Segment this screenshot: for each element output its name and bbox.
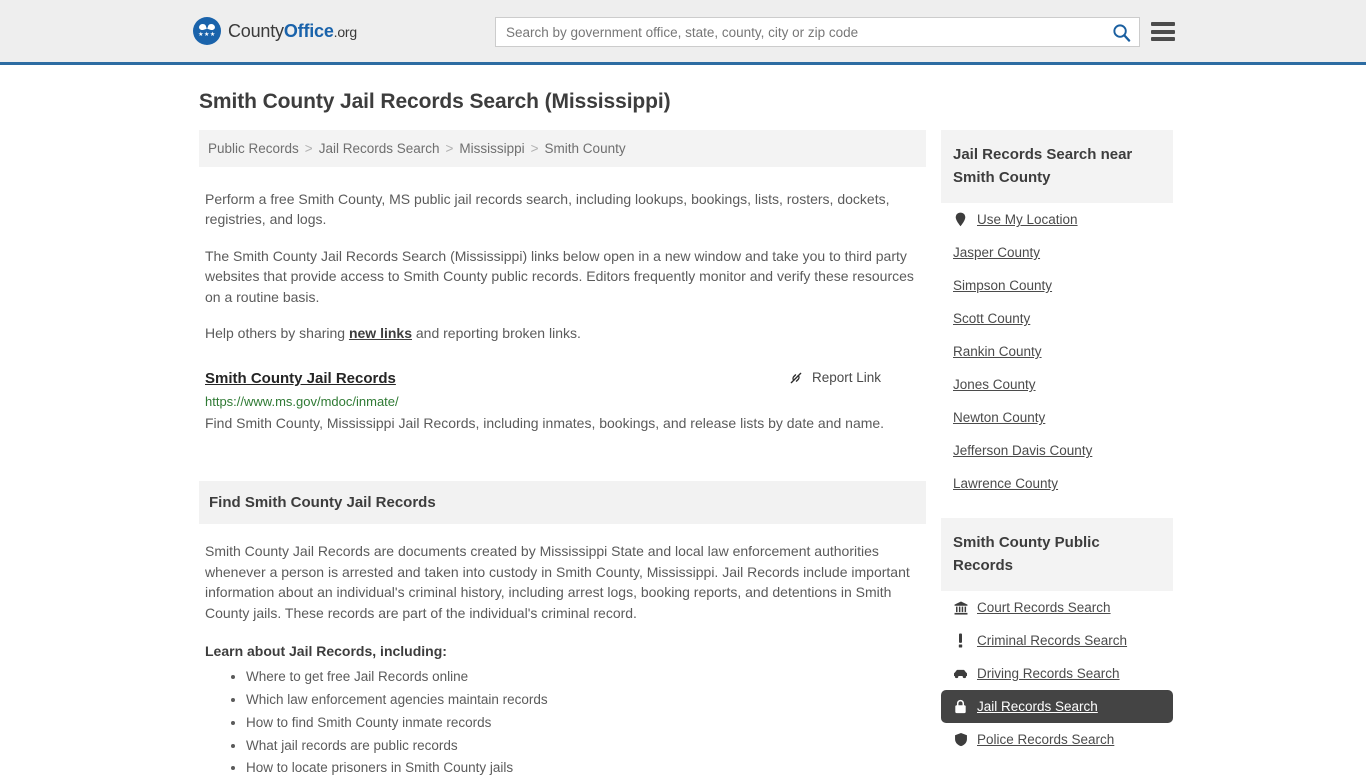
sidebar-item-label: Police Records Search	[977, 732, 1115, 747]
result-header-row: Smith County Jail Records Report Link	[205, 370, 926, 387]
sidebar-item-scott-county[interactable]: Scott County	[941, 302, 1173, 335]
sidebar-item-jefferson-davis-county[interactable]: Jefferson Davis County	[941, 434, 1173, 467]
result-title-link[interactable]: Smith County Jail Records	[205, 370, 396, 387]
exclamation-icon	[953, 633, 968, 648]
search-button[interactable]	[1103, 18, 1139, 46]
lock-icon	[953, 699, 968, 714]
sidebar-item-label: Scott County	[953, 311, 1031, 326]
map-pin-icon	[953, 212, 968, 227]
list-item: What jail records are public records	[246, 738, 926, 754]
logo-text-part2: Office	[283, 20, 334, 41]
intro-paragraph-3: Help others by sharing new links and rep…	[205, 323, 926, 343]
hamburger-menu-icon[interactable]	[1151, 22, 1175, 41]
sidebar: Jail Records Search near Smith County Us…	[941, 130, 1173, 784]
sidebar-item-jasper-county[interactable]: Jasper County	[941, 236, 1173, 269]
learn-about-title: Learn about Jail Records, including:	[205, 643, 447, 660]
new-links-link[interactable]: new links	[349, 325, 412, 341]
logo-text-part1: County	[228, 20, 284, 41]
sidebar-item-lawrence-county[interactable]: Lawrence County	[941, 467, 1173, 500]
section-heading: Find Smith County Jail Records	[199, 481, 926, 525]
result-item: Smith County Jail Records Report Link ht…	[205, 370, 926, 435]
sidebar-item-jail-records-search[interactable]: Jail Records Search	[941, 690, 1173, 723]
sidebar-item-label: Jail Records Search	[977, 699, 1098, 714]
main-column: Public Records > Jail Records Search > M…	[199, 130, 926, 784]
result-description: Find Smith County, Mississippi Jail Reco…	[205, 414, 885, 431]
sidebar-item-use-my-location[interactable]: Use My Location	[941, 203, 1173, 236]
result-url: https://www.ms.gov/mdoc/inmate/	[205, 393, 399, 409]
intro-paragraph-2: The Smith County Jail Records Search (Mi…	[205, 247, 914, 305]
sidebar-item-label: Lawrence County	[953, 476, 1059, 491]
search-icon	[1112, 23, 1130, 42]
sidebar-item-label: Court Records Search	[977, 600, 1111, 615]
sidebar-item-label: Use My Location	[977, 212, 1078, 227]
sidebar-item-label: Driving Records Search	[977, 666, 1120, 681]
breadcrumb-item-mississippi[interactable]: Mississippi	[459, 141, 524, 156]
page-title: Smith County Jail Records Search (Missis…	[199, 90, 671, 113]
logo-text-part3: .org	[333, 23, 358, 40]
list-item: How to find Smith County inmate records	[246, 715, 926, 731]
sidebar-item-label: Newton County	[953, 410, 1046, 425]
sidebar-item-jones-county[interactable]: Jones County	[941, 368, 1173, 401]
site-logo[interactable]: ★★★ CountyOffice.org	[193, 17, 357, 45]
breadcrumb-separator: >	[304, 141, 313, 156]
sidebar-item-label: Simpson County	[953, 278, 1053, 293]
list-item: Where to get free Jail Records online	[246, 669, 926, 685]
broken-link-icon	[790, 372, 802, 383]
intro-paragraph-1: Perform a free Smith County, MS public j…	[205, 191, 890, 228]
courthouse-icon	[953, 601, 968, 615]
car-icon	[953, 668, 968, 680]
sidebar-item-label: Criminal Records Search	[977, 633, 1128, 648]
sidebar-item-label: Rankin County	[953, 344, 1042, 359]
site-header: ★★★ CountyOffice.org	[0, 0, 1366, 65]
share-text-before: Help others by sharing	[205, 325, 349, 342]
page-container: Smith County Jail Records Search (Missis…	[0, 90, 1366, 784]
sidebar-item-label: Jefferson Davis County	[953, 443, 1093, 458]
breadcrumb-item-smith-county[interactable]: Smith County	[545, 141, 626, 156]
sidebar-item-label: Jones County	[953, 377, 1036, 392]
breadcrumb-separator: >	[530, 141, 539, 156]
sidebar-item-criminal-records-search[interactable]: Criminal Records Search	[941, 624, 1173, 657]
sidebar-nearby-heading: Jail Records Search near Smith County	[941, 130, 1173, 203]
content-columns: Public Records > Jail Records Search > M…	[199, 130, 1173, 784]
learn-about-list: Where to get free Jail Records online Wh…	[205, 669, 926, 776]
breadcrumb: Public Records > Jail Records Search > M…	[199, 130, 926, 167]
sidebar-item-court-records-search[interactable]: Court Records Search	[941, 591, 1173, 624]
list-item: How to locate prisoners in Smith County …	[246, 761, 926, 776]
shield-icon	[953, 732, 968, 747]
share-text-after: and reporting broken links.	[412, 325, 581, 342]
list-item: Which law enforcement agencies maintain …	[246, 692, 926, 708]
sidebar-item-label: Jasper County	[953, 245, 1041, 260]
breadcrumb-separator: >	[445, 141, 454, 156]
logo-wordmark: CountyOffice.org	[228, 21, 357, 42]
report-link-label: Report Link	[811, 370, 881, 386]
sidebar-item-newton-county[interactable]: Newton County	[941, 401, 1173, 434]
sidebar-nearby-block: Jail Records Search near Smith County Us…	[941, 130, 1173, 500]
breadcrumb-item-public-records[interactable]: Public Records	[208, 141, 299, 156]
sidebar-public-records-block: Smith County Public Records Court Record…	[941, 518, 1173, 756]
sidebar-public-records-list: Court Records Search Criminal Records Se…	[941, 591, 1173, 756]
section-body: Smith County Jail Records are documents …	[205, 541, 926, 776]
breadcrumb-item-jail-records-search[interactable]: Jail Records Search	[319, 141, 440, 156]
search-input[interactable]	[496, 24, 1103, 40]
sidebar-item-driving-records-search[interactable]: Driving Records Search	[941, 657, 1173, 690]
sidebar-nearby-list: Use My Location Jasper County Simpson Co…	[941, 203, 1173, 500]
search-bar[interactable]	[495, 17, 1140, 47]
sidebar-item-police-records-search[interactable]: Police Records Search	[941, 723, 1173, 756]
eagle-logo-icon: ★★★	[193, 17, 221, 45]
sidebar-item-simpson-county[interactable]: Simpson County	[941, 269, 1173, 302]
sidebar-public-records-heading: Smith County Public Records	[941, 518, 1173, 591]
section-paragraph: Smith County Jail Records are documents …	[205, 543, 910, 621]
report-link-button[interactable]: Report Link	[788, 370, 881, 386]
sidebar-item-rankin-county[interactable]: Rankin County	[941, 335, 1173, 368]
